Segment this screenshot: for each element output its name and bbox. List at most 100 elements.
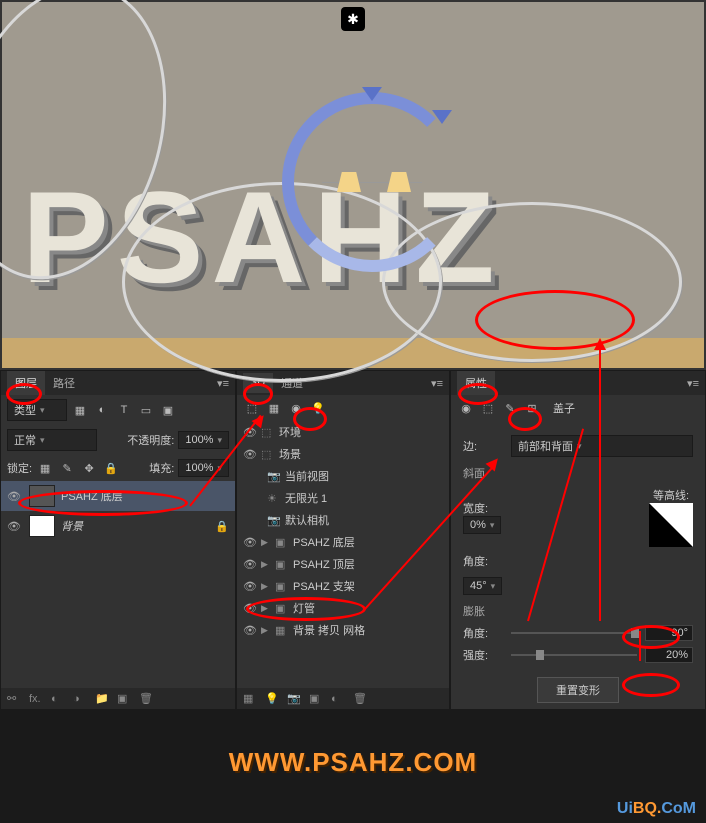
folder-icon[interactable]: 📁 <box>95 692 111 705</box>
wm-part: CoM <box>661 800 696 817</box>
props-tabbar: 属性 ▾≡ <box>451 371 705 395</box>
filter-type-icon[interactable]: T <box>115 401 133 419</box>
filter-material-icon[interactable]: ◉ <box>287 399 305 417</box>
tab-properties[interactable]: 属性 <box>457 371 495 395</box>
layer-name[interactable]: 背景 <box>61 518 209 534</box>
blend-mode-value: 正常 <box>14 432 36 448</box>
render-icon[interactable]: ▦ <box>243 692 259 705</box>
panel-menu-icon[interactable]: ▾≡ <box>431 377 443 390</box>
trash-icon[interactable]: 🗑 <box>139 692 155 705</box>
tree-label: PSAHZ 支架 <box>293 578 355 594</box>
layer-row-psahz[interactable]: 👁 PSAHZ 底层 <box>1 481 235 511</box>
lock-all-icon[interactable]: 🔒 <box>102 459 120 477</box>
3d-panel: 3D 通道 ▾≡ ⬚ ▦ ◉ 💡 👁⬚环境 👁⬚场景 📷当前视图 ☀无限光 1 … <box>236 370 450 710</box>
lock-pixels-icon[interactable]: ✎ <box>58 459 76 477</box>
filter-light-icon[interactable]: 💡 <box>309 399 327 417</box>
lock-transparency-icon[interactable]: ▦ <box>36 459 54 477</box>
tab-paths[interactable]: 路径 <box>45 371 83 395</box>
light-widget[interactable] <box>282 92 462 272</box>
layer-filter-row: 类型 ▦ ◐ T ▭ ▣ <box>1 395 235 425</box>
angle-row: 角度: 45° <box>463 553 693 595</box>
edge-label: 边: <box>463 438 503 454</box>
filter-smart-icon[interactable]: ▣ <box>159 401 177 419</box>
tree-light1[interactable]: ☀无限光 1 <box>237 487 449 509</box>
3d-tree: 👁⬚环境 👁⬚场景 📷当前视图 ☀无限光 1 📷默认相机 👁▶▣PSAHZ 底层… <box>237 421 449 688</box>
tree-label: 环境 <box>279 424 301 440</box>
tree-label: PSAHZ 底层 <box>293 534 355 550</box>
tree-frame[interactable]: 👁▶▣PSAHZ 支架 <box>237 575 449 597</box>
contour-label: 等高线: <box>649 487 693 503</box>
panel-menu-icon[interactable]: ▾≡ <box>217 377 229 390</box>
tree-bg[interactable]: 👁▶▦背景 拷贝 网格 <box>237 619 449 641</box>
width-row: 宽度: 0% 等高线: <box>463 487 693 547</box>
wm-part: Ui <box>617 800 633 817</box>
adjust-icon[interactable]: ◑ <box>73 693 89 705</box>
tree-top[interactable]: 👁▶▣PSAHZ 顶层 <box>237 553 449 575</box>
tree-camera[interactable]: 📷默认相机 <box>237 509 449 531</box>
camera-new-icon[interactable]: 📷 <box>287 692 303 705</box>
strength-slider[interactable] <box>511 654 637 656</box>
inf-angle-label: 角度: <box>463 625 503 641</box>
fill-input[interactable]: 100% <box>178 459 229 477</box>
new-layer-icon[interactable]: ▣ <box>117 692 133 705</box>
opacity-input[interactable]: 100% <box>178 431 229 449</box>
edge-value: 前部和背面 <box>518 438 573 454</box>
annotation-arrow <box>639 631 641 661</box>
cap-mode-icon[interactable]: ✎ <box>501 399 519 417</box>
layer-name[interactable]: PSAHZ 底层 <box>61 488 229 504</box>
edge-dropdown[interactable]: 前部和背面 <box>511 435 693 457</box>
arc-handle-top[interactable] <box>362 87 382 101</box>
mesh-new-icon[interactable]: ▣ <box>309 692 325 705</box>
layers-tabbar: 图层 路径 ▾≡ <box>1 371 235 395</box>
layer-row-bg[interactable]: 👁 背景 🔒 <box>1 511 235 541</box>
visibility-icon[interactable]: 👁 <box>7 490 23 503</box>
opacity-value: 100% <box>185 434 213 446</box>
tree-label: 背景 拷贝 网格 <box>293 622 365 638</box>
tree-label: 默认相机 <box>285 512 329 528</box>
lock-icon[interactable]: 🔒 <box>215 520 229 533</box>
blend-mode-dropdown[interactable]: 正常 <box>7 429 97 451</box>
tab-layers[interactable]: 图层 <box>7 371 45 395</box>
contour-picker[interactable] <box>649 503 693 547</box>
width-dropdown[interactable]: 0% <box>463 516 501 534</box>
strength-label: 强度: <box>463 647 503 663</box>
trash-icon[interactable]: 🗑 <box>353 692 369 705</box>
filter-pixel-icon[interactable]: ▦ <box>71 401 89 419</box>
link-icon[interactable]: ⚯ <box>7 692 23 705</box>
tree-env[interactable]: 👁⬚环境 <box>237 421 449 443</box>
fill-label: 填充: <box>149 460 174 476</box>
blend-row: 正常 不透明度: 100% <box>1 425 235 455</box>
filter-mesh-icon[interactable]: ▦ <box>265 399 283 417</box>
mask-icon[interactable]: ◐ <box>51 693 67 705</box>
coord-mode-icon[interactable]: ⊞ <box>523 399 541 417</box>
reset-deform-button[interactable]: 重置变形 <box>537 677 619 703</box>
fx-icon[interactable]: fx. <box>29 693 45 705</box>
tree-view[interactable]: 📷当前视图 <box>237 465 449 487</box>
3d-viewport[interactable]: PSAHZ ✱ <box>0 0 706 370</box>
lock-position-icon[interactable]: ✥ <box>80 459 98 477</box>
arc-handle-right[interactable] <box>432 110 452 124</box>
inf-angle-input[interactable]: 90° <box>645 625 693 641</box>
watermark-text: WWW.PSAHZ.COM <box>229 747 477 778</box>
panel-menu-icon[interactable]: ▾≡ <box>687 377 699 390</box>
annotation-arrow <box>599 341 601 621</box>
new-icon[interactable]: ◐ <box>331 693 347 705</box>
filter-shape-icon[interactable]: ▭ <box>137 401 155 419</box>
strength-input[interactable]: 20% <box>645 647 693 663</box>
filter-adjust-icon[interactable]: ◐ <box>93 401 111 419</box>
filter-kind-dropdown[interactable]: 类型 <box>7 399 67 421</box>
visibility-icon[interactable]: 👁 <box>7 520 23 533</box>
layer-thumb[interactable] <box>29 485 55 507</box>
tree-scene[interactable]: 👁⬚场景 <box>237 443 449 465</box>
layers-footer: ⚯ fx. ◐ ◑ 📁 ▣ 🗑 <box>1 688 235 709</box>
inf-angle-slider[interactable] <box>511 632 637 634</box>
inf-angle-row: 角度: 90° <box>463 625 693 641</box>
deform-mode-icon[interactable]: ⬚ <box>479 399 497 417</box>
angle-dropdown[interactable]: 45° <box>463 577 502 595</box>
light-new-icon[interactable]: 💡 <box>265 692 281 705</box>
layer-thumb[interactable] <box>29 515 55 537</box>
mesh-mode-icon[interactable]: ◉ <box>457 399 475 417</box>
tree-tube[interactable]: 👁▶▣灯管 <box>237 597 449 619</box>
tree-label: 无限光 1 <box>285 490 327 506</box>
light-type-button[interactable]: ✱ <box>341 7 365 31</box>
